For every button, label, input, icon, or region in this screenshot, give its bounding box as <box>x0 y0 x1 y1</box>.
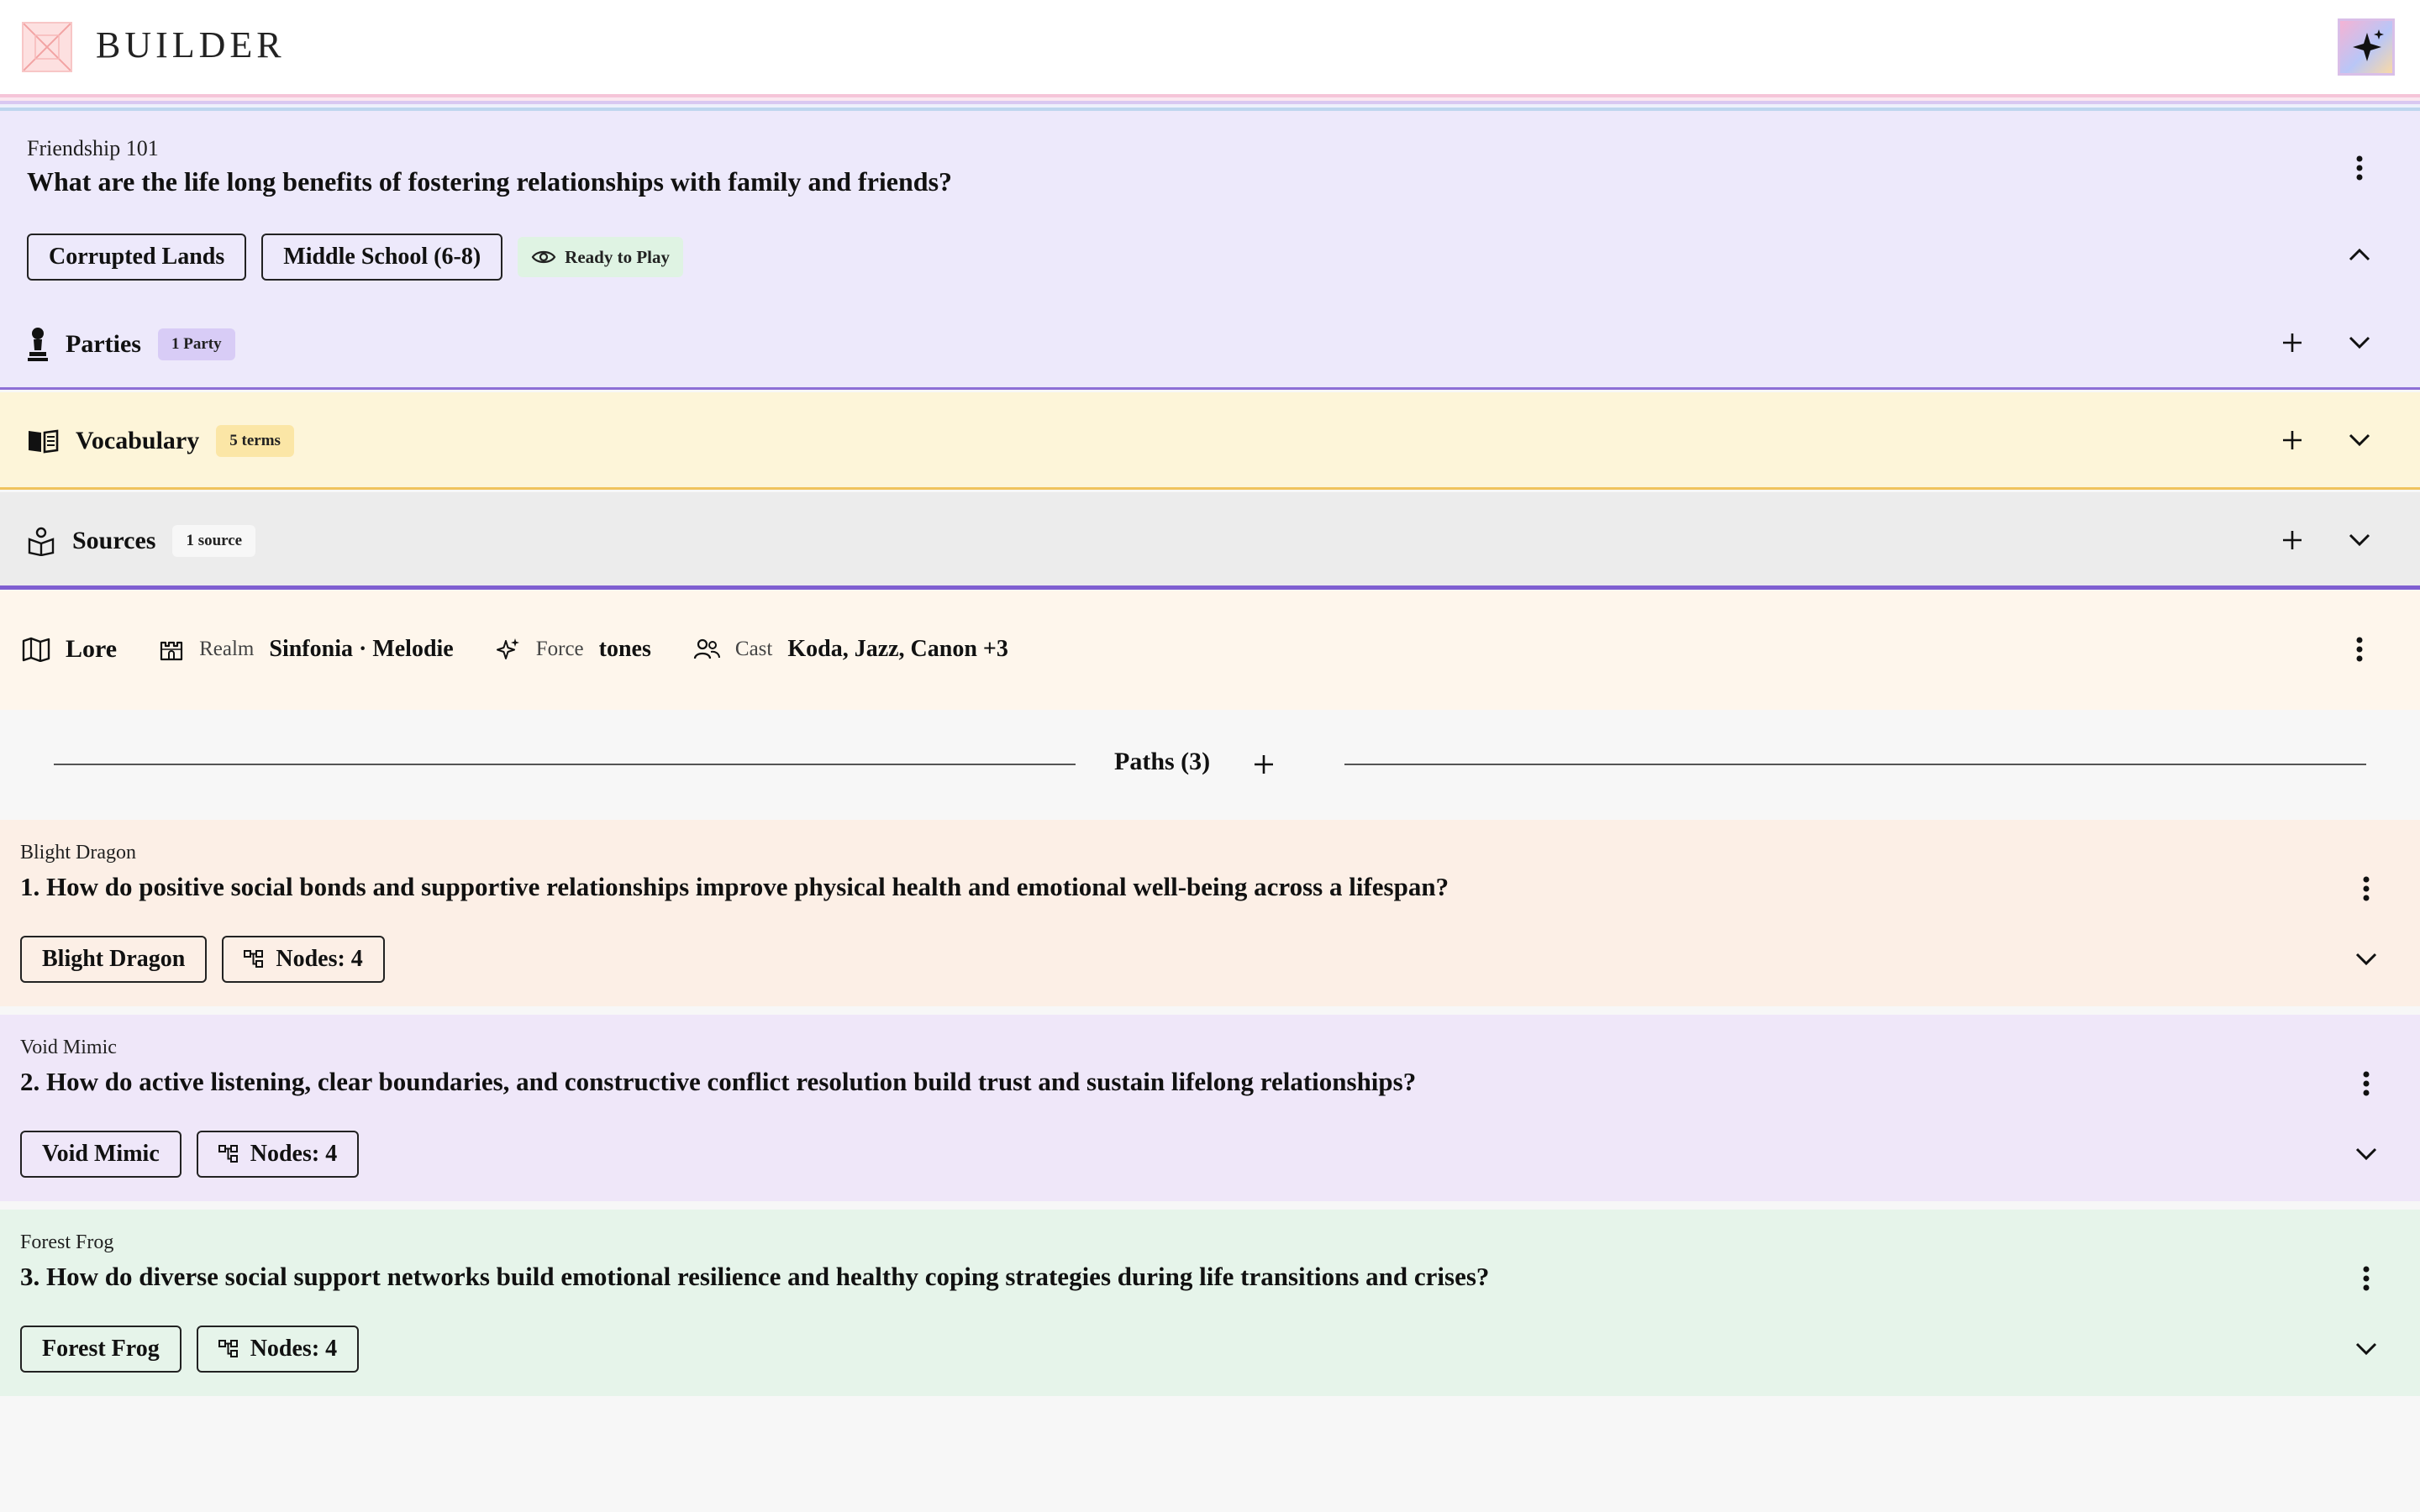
node-tree-icon <box>244 950 264 969</box>
course-name: Friendship 101 <box>27 136 159 160</box>
lore-more-icon[interactable] <box>2343 633 2376 666</box>
node-tree-icon <box>218 1340 239 1358</box>
path-monster-name: Blight Dragon <box>20 842 136 864</box>
quest-more-icon[interactable] <box>2343 151 2376 185</box>
path-nodes-count: Nodes: 4 <box>276 946 363 972</box>
path-more-icon[interactable] <box>2349 1262 2383 1295</box>
realm-value: Sinfonia · Melodie <box>269 636 454 662</box>
sources-title: Sources <box>72 527 156 554</box>
castle-icon <box>159 638 184 661</box>
add-path-plus-icon[interactable] <box>1247 748 1281 781</box>
divider-line-left <box>54 764 1076 765</box>
logo-placeholder-icon[interactable] <box>22 22 72 72</box>
paths-heading: Paths (3) <box>1114 748 1211 775</box>
path-card-2: Void Mimic 2. How do active listening, c… <box>0 1015 2420 1201</box>
path-more-icon[interactable] <box>2349 1067 2383 1100</box>
path-nodes-count: Nodes: 4 <box>250 1141 338 1167</box>
path-question: 3. How do diverse social support network… <box>20 1262 1490 1291</box>
node-tree-icon <box>218 1145 239 1163</box>
expand-path-chevron-icon[interactable] <box>2349 942 2383 976</box>
collapse-chevron-up-icon[interactable] <box>2343 238 2376 271</box>
parties-count-badge: 1 Party <box>157 328 235 360</box>
paths-divider: Paths (3) <box>0 712 2420 820</box>
sources-count-badge: 1 source <box>172 525 256 557</box>
status-label: Ready to Play <box>565 246 670 267</box>
parties-header[interactable]: Parties 1 Party <box>27 318 235 371</box>
vocabulary-section: Vocabulary 5 terms <box>0 392 2420 490</box>
expand-sources-chevron-icon[interactable] <box>2343 523 2376 557</box>
realm-label: Realm <box>199 638 255 660</box>
app-header: BUILDER <box>0 0 2420 94</box>
path-monster-chip[interactable]: Forest Frog <box>20 1326 182 1373</box>
quest-card: Friendship 101 What are the life long be… <box>0 114 2420 390</box>
app-brand-title: BUILDER <box>96 24 286 66</box>
add-party-plus-icon[interactable] <box>2275 326 2309 360</box>
path-monster-name: Forest Frog <box>20 1231 114 1253</box>
path-more-icon[interactable] <box>2349 872 2383 906</box>
add-source-plus-icon[interactable] <box>2275 523 2309 557</box>
expand-parties-chevron-icon[interactable] <box>2343 326 2376 360</box>
header-rainbow-stripes <box>0 94 2420 114</box>
path-monster-chip[interactable]: Blight Dragon <box>20 936 208 983</box>
quest-question: What are the life long benefits of foste… <box>27 166 953 197</box>
expand-path-chevron-icon[interactable] <box>2349 1332 2383 1366</box>
path-nodes-chip[interactable]: Nodes: 4 <box>222 936 385 983</box>
book-pin-icon <box>27 526 55 556</box>
expand-path-chevron-icon[interactable] <box>2349 1137 2383 1171</box>
sparkles-icon <box>496 637 521 662</box>
path-monster-name: Void Mimic <box>20 1037 117 1058</box>
sources-header[interactable]: Sources 1 source <box>27 514 256 568</box>
path-card-3: Forest Frog 3. How do diverse social sup… <box>0 1210 2420 1396</box>
people-icon <box>693 638 720 660</box>
expand-vocabulary-chevron-icon[interactable] <box>2343 423 2376 457</box>
lore-title: Lore <box>66 635 118 663</box>
path-nodes-chip[interactable]: Nodes: 4 <box>196 1131 360 1178</box>
pawn-icon <box>27 327 49 362</box>
realm-tag[interactable]: Corrupted Lands <box>27 234 247 281</box>
path-question: 2. How do active listening, clear bounda… <box>20 1067 1417 1096</box>
grade-level-tag[interactable]: Middle School (6-8) <box>261 234 503 281</box>
force-label: Force <box>535 638 584 660</box>
map-icon <box>22 637 50 662</box>
vocabulary-header[interactable]: Vocabulary 5 terms <box>27 414 294 468</box>
sources-section: Sources 1 source <box>0 492 2420 590</box>
force-value: tones <box>598 636 651 662</box>
cast-label: Cast <box>734 638 773 660</box>
add-vocabulary-plus-icon[interactable] <box>2275 423 2309 457</box>
path-nodes-chip[interactable]: Nodes: 4 <box>196 1326 360 1373</box>
status-badge: Ready to Play <box>518 237 683 277</box>
parties-title: Parties <box>66 330 141 358</box>
sparkle-ai-button[interactable] <box>2338 18 2395 76</box>
path-card-1: Blight Dragon 1. How do positive social … <box>0 820 2420 1006</box>
path-monster-chip[interactable]: Void Mimic <box>20 1131 182 1178</box>
path-nodes-count: Nodes: 4 <box>250 1336 338 1362</box>
open-book-icon <box>27 428 59 454</box>
path-question: 1. How do positive social bonds and supp… <box>20 872 1449 901</box>
cast-value: Koda, Jazz, Canon +3 <box>787 636 1008 662</box>
vocabulary-count-badge: 5 terms <box>216 425 294 457</box>
lore-bar: Lore Realm Sinfonia · Melodie Force tone… <box>0 591 2420 710</box>
eye-icon <box>531 249 556 265</box>
divider-line-right <box>1344 764 2366 765</box>
vocabulary-title: Vocabulary <box>76 427 200 454</box>
